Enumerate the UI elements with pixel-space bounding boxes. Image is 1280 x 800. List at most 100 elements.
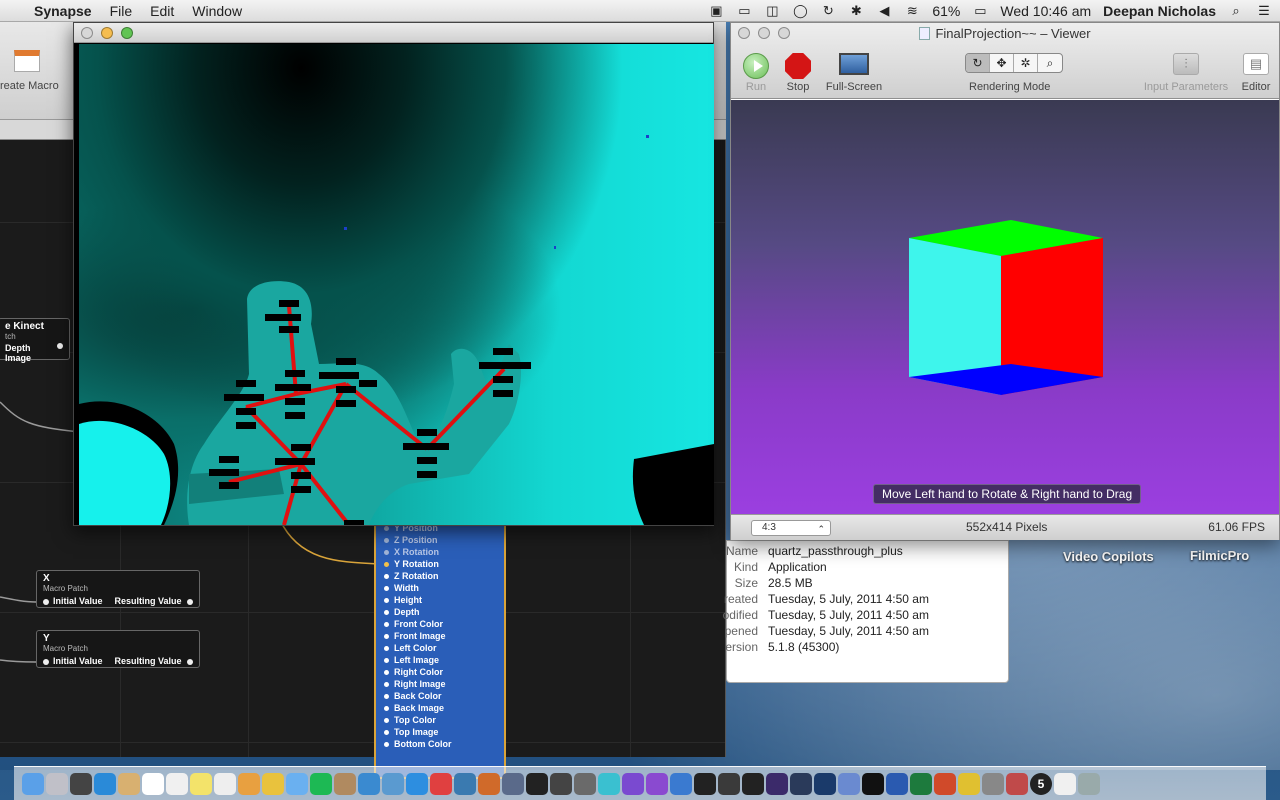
notes-icon[interactable]: [166, 772, 188, 795]
cube-input-port[interactable]: Height: [376, 594, 504, 606]
spotify-icon[interactable]: [310, 772, 332, 795]
cube-input-port[interactable]: Z Rotation: [376, 570, 504, 582]
port-dot[interactable]: [384, 706, 389, 712]
app-icon[interactable]: [430, 772, 452, 795]
run-button[interactable]: Run: [741, 53, 771, 93]
port-dot[interactable]: [384, 694, 389, 700]
trash-icon[interactable]: [1078, 772, 1100, 795]
airdisplay-icon[interactable]: ▣: [708, 3, 724, 19]
preview-icon[interactable]: [118, 772, 140, 795]
port-dot[interactable]: [384, 550, 389, 556]
rotate-icon[interactable]: ↻: [966, 54, 990, 72]
final-cut-icon[interactable]: [526, 772, 548, 795]
typora-icon[interactable]: [550, 772, 572, 795]
safari-icon[interactable]: [94, 772, 116, 795]
cube-input-port[interactable]: Width: [376, 582, 504, 594]
cube-input-port[interactable]: Right Image: [376, 678, 504, 690]
y-macro-patch[interactable]: Y Macro Patch Initial Value Resulting Val…: [36, 630, 200, 668]
unity-icon[interactable]: [694, 772, 716, 795]
photo-booth-icon[interactable]: [70, 772, 92, 795]
powerpoint-icon[interactable]: [934, 772, 956, 795]
close-button[interactable]: [81, 27, 93, 39]
document-icon[interactable]: [1054, 772, 1076, 795]
textedit-icon[interactable]: [214, 772, 236, 795]
wifi-icon[interactable]: ≋: [904, 3, 920, 19]
minimize-button[interactable]: [101, 27, 113, 39]
mail-icon[interactable]: [382, 772, 404, 795]
badge-icon[interactable]: 5: [1030, 772, 1052, 795]
file-menu[interactable]: File: [110, 3, 133, 19]
user-name[interactable]: Deepan Nicholas: [1103, 3, 1216, 19]
aspect-ratio-select[interactable]: 4:3: [751, 520, 831, 536]
calendar-icon[interactable]: [142, 772, 164, 795]
imovie-icon[interactable]: [622, 772, 644, 795]
edit-menu[interactable]: Edit: [150, 3, 174, 19]
xcode-icon[interactable]: [670, 772, 692, 795]
cube-input-port[interactable]: Z Position: [376, 534, 504, 546]
port-dot[interactable]: [384, 598, 389, 604]
messages-icon[interactable]: ◯: [792, 3, 808, 19]
activity-monitor-icon[interactable]: [742, 772, 764, 795]
window-titlebar[interactable]: [74, 23, 713, 43]
rendering-mode-control[interactable]: ↻ ✥ ✲ ⌕: [965, 53, 1063, 73]
port-dot[interactable]: [384, 682, 389, 688]
excel-icon[interactable]: [910, 772, 932, 795]
spotlight-icon[interactable]: ⌕: [1228, 3, 1244, 19]
port-dot[interactable]: [384, 718, 389, 724]
appstore-icon[interactable]: [406, 772, 428, 795]
output-port[interactable]: [57, 343, 63, 349]
input-port[interactable]: [43, 658, 49, 665]
app-icon[interactable]: [598, 772, 620, 795]
x-macro-patch[interactable]: X Macro Patch Initial Value Resulting Val…: [36, 570, 200, 608]
app-icon[interactable]: [718, 772, 740, 795]
cube-input-port[interactable]: Y Rotation: [376, 558, 504, 570]
stop-button[interactable]: Stop: [783, 53, 813, 93]
display-icon[interactable]: ▭: [736, 3, 752, 19]
pages-icon[interactable]: [238, 772, 260, 795]
port-dot[interactable]: [384, 742, 389, 748]
cube-input-port[interactable]: Top Image: [376, 726, 504, 738]
cube-patch[interactable]: Y Position Z Position X Rotation Y Rotation…: [374, 522, 506, 779]
pencil-icon[interactable]: [262, 772, 284, 795]
output-port[interactable]: [187, 598, 193, 605]
port-dot[interactable]: [384, 730, 389, 736]
depth-image-view[interactable]: [79, 44, 714, 525]
after-effects-icon[interactable]: [766, 772, 788, 795]
cube-input-port[interactable]: Back Color: [376, 690, 504, 702]
port-dot[interactable]: [384, 634, 389, 640]
stickies-icon[interactable]: [190, 772, 212, 795]
port-dot[interactable]: [384, 574, 389, 580]
app-icon[interactable]: [838, 772, 860, 795]
chrome-icon[interactable]: [958, 772, 980, 795]
port-dot[interactable]: [384, 670, 389, 676]
port-dot[interactable]: [384, 622, 389, 628]
book-icon[interactable]: ◫: [764, 3, 780, 19]
bug-icon[interactable]: ✲: [1014, 54, 1038, 72]
render-canvas[interactable]: Move Left hand to Rotate & Right hand to…: [731, 100, 1279, 514]
time-machine-icon[interactable]: ↻: [820, 3, 836, 19]
photo-icon[interactable]: [454, 772, 476, 795]
port-dot[interactable]: [384, 658, 389, 664]
port-dot[interactable]: [384, 610, 389, 616]
kinect-patch[interactable]: e Kinect tch Depth Image: [0, 318, 70, 363]
cube-input-port[interactable]: Left Color: [376, 642, 504, 654]
desktop-folder-label[interactable]: Video Copilots: [1063, 549, 1154, 564]
editor-button[interactable]: ▤ Editor: [1242, 53, 1270, 93]
port-dot[interactable]: [384, 646, 389, 652]
finder-icon[interactable]: [22, 772, 44, 795]
star-icon[interactable]: [646, 772, 668, 795]
garageband-icon[interactable]: [478, 772, 500, 795]
photoshop-icon[interactable]: [814, 772, 836, 795]
input-parameters-button[interactable]: ⫶ Input Parameters: [1144, 53, 1228, 93]
input-port[interactable]: [43, 598, 49, 605]
battery-icon[interactable]: ▭: [972, 3, 988, 19]
cube-input-port[interactable]: Bottom Color: [376, 738, 504, 750]
app-menu[interactable]: Synapse: [34, 3, 92, 19]
app-icon[interactable]: [1006, 772, 1028, 795]
full-screen-button[interactable]: Full-Screen: [826, 53, 882, 93]
keynote-icon[interactable]: [502, 772, 524, 795]
zoom-button[interactable]: [121, 27, 133, 39]
port-dot[interactable]: [384, 562, 389, 568]
launchpad-icon[interactable]: [46, 772, 68, 795]
bluetooth-icon[interactable]: ✱: [848, 3, 864, 19]
